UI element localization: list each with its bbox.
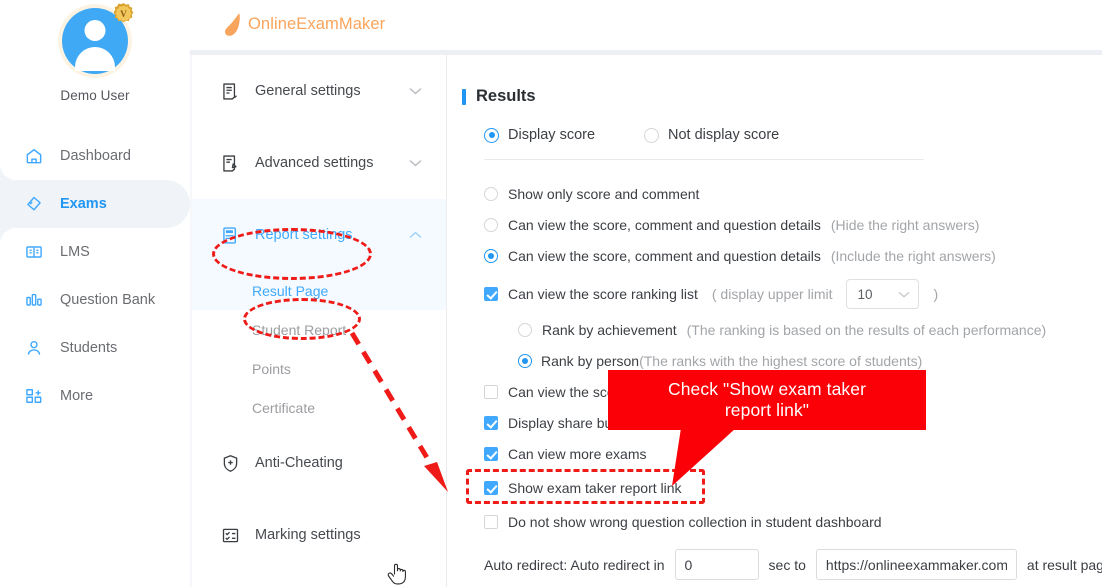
annotation-callout: Check "Show exam taker report link" <box>608 370 926 430</box>
annotation-callout-text: Check "Show exam taker report link" <box>667 378 867 420</box>
mouse-cursor-pointer-icon <box>387 563 406 585</box>
app-root: V Demo User Dashboard Exams LMS Question… <box>0 0 1102 587</box>
annotation-arrow-to-checkbox <box>349 331 448 492</box>
annotation-callout-tail <box>672 428 736 486</box>
